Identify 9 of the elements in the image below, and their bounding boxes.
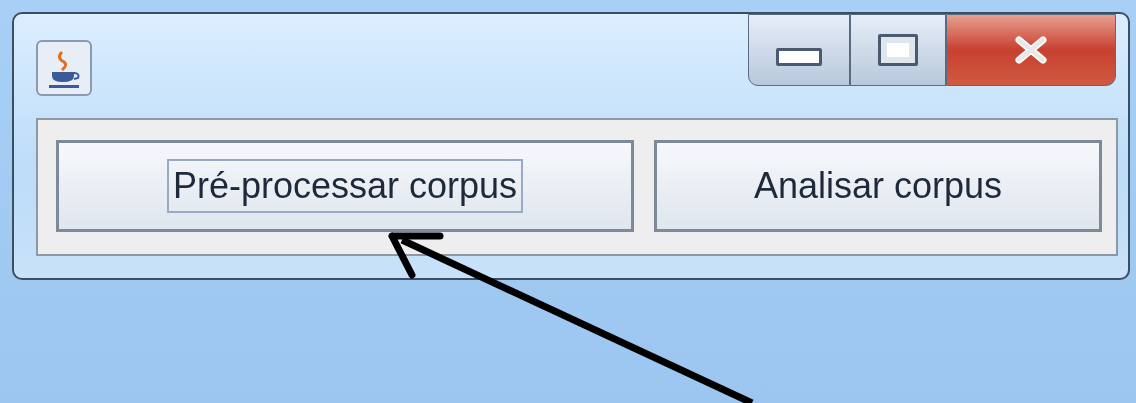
maximize-icon [878,34,918,66]
close-icon [1013,36,1049,64]
action-button[interactable]: Analisar corpus [654,140,1102,232]
coffee-cup-icon [36,40,92,96]
action-button[interactable]: Pré-processar corpus [56,140,634,232]
minimize-button[interactable] [748,14,850,86]
close-button[interactable] [946,14,1116,86]
minimize-icon [776,48,822,66]
maximize-button[interactable] [850,14,946,86]
